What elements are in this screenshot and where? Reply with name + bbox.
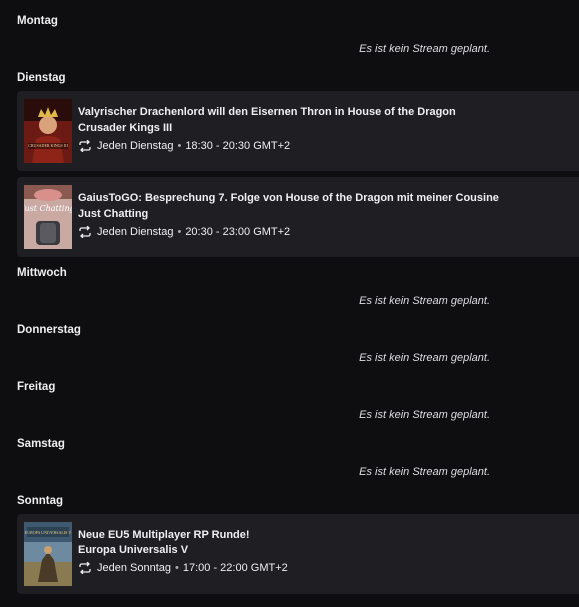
- recurrence-label: Jeden Sonntag: [97, 562, 172, 574]
- no-stream-message: Es ist kein Stream geplant.: [359, 409, 490, 421]
- stream-title[interactable]: GaiusToGO: Besprechung 7. Folge von Hous…: [78, 191, 499, 205]
- separator-dot: •: [177, 226, 182, 238]
- day-label: Freitag: [17, 381, 56, 393]
- day-label: Dienstag: [17, 72, 66, 84]
- repeat-icon: [79, 226, 91, 238]
- stream-category[interactable]: Crusader Kings III: [78, 121, 172, 135]
- day-label: Mittwoch: [17, 267, 67, 279]
- separator-dot: •: [177, 140, 182, 152]
- category-thumbnail[interactable]: CRUSADER KINGS III: [24, 99, 72, 163]
- recurrence-label: Jeden Dienstag: [97, 226, 174, 238]
- category-thumbnail[interactable]: Just Chatting: [24, 185, 72, 249]
- svg-text:CRUSADER KINGS III: CRUSADER KINGS III: [28, 143, 68, 148]
- no-stream-message: Es ist kein Stream geplant.: [359, 352, 490, 364]
- separator-dot: •: [175, 562, 179, 574]
- stream-card[interactable]: CRUSADER KINGS III Valyrischer Drachenlo…: [17, 91, 579, 171]
- stream-recurrence: Jeden Dienstag • 20:30 - 23:00 GMT+2: [78, 225, 290, 239]
- stream-title[interactable]: Valyrischer Drachenlord will den Eiserne…: [78, 105, 456, 119]
- recurrence-label: Jeden Dienstag: [97, 140, 174, 152]
- day-label: Samstag: [17, 438, 65, 450]
- no-stream-message: Es ist kein Stream geplant.: [359, 466, 490, 478]
- stream-category[interactable]: Just Chatting: [78, 207, 148, 221]
- stream-time: 20:30 - 23:00 GMT+2: [185, 226, 291, 238]
- stream-time: 17:00 - 22:00 GMT+2: [182, 562, 288, 574]
- stream-time: 18:30 - 20:30 GMT+2: [185, 140, 291, 152]
- repeat-icon: [79, 140, 91, 152]
- repeat-icon: [79, 562, 91, 574]
- no-stream-message: Es ist kein Stream geplant.: [359, 43, 490, 55]
- stream-card[interactable]: Just Chatting GaiusToGO: Besprechung 7. …: [17, 177, 579, 257]
- svg-text:Just Chatting: Just Chatting: [24, 204, 72, 213]
- stream-schedule: Montag Es ist kein Stream geplant. Diens…: [0, 0, 579, 607]
- no-stream-message: Es ist kein Stream geplant.: [359, 295, 490, 307]
- category-thumbnail[interactable]: EUROPA UNIVERSALIS V: [24, 522, 72, 586]
- day-label: Montag: [17, 15, 58, 27]
- crusader-kings-cover-icon: CRUSADER KINGS III: [24, 99, 72, 163]
- stream-title[interactable]: Neue EU5 Multiplayer RP Runde!: [78, 528, 250, 542]
- day-label: Sonntag: [17, 495, 63, 507]
- stream-recurrence: Jeden Sonntag • 17:00 - 22:00 GMT+2: [78, 561, 288, 575]
- svg-text:EUROPA UNIVERSALIS V: EUROPA UNIVERSALIS V: [25, 530, 72, 535]
- day-label: Donnerstag: [17, 324, 81, 336]
- just-chatting-cover-icon: Just Chatting: [24, 185, 72, 249]
- europa-universalis-cover-icon: EUROPA UNIVERSALIS V: [24, 522, 72, 586]
- stream-recurrence: Jeden Dienstag • 18:30 - 20:30 GMT+2: [78, 139, 290, 153]
- stream-category[interactable]: Europa Universalis V: [78, 543, 188, 557]
- stream-card[interactable]: EUROPA UNIVERSALIS V Neue EU5 Multiplaye…: [17, 514, 579, 594]
